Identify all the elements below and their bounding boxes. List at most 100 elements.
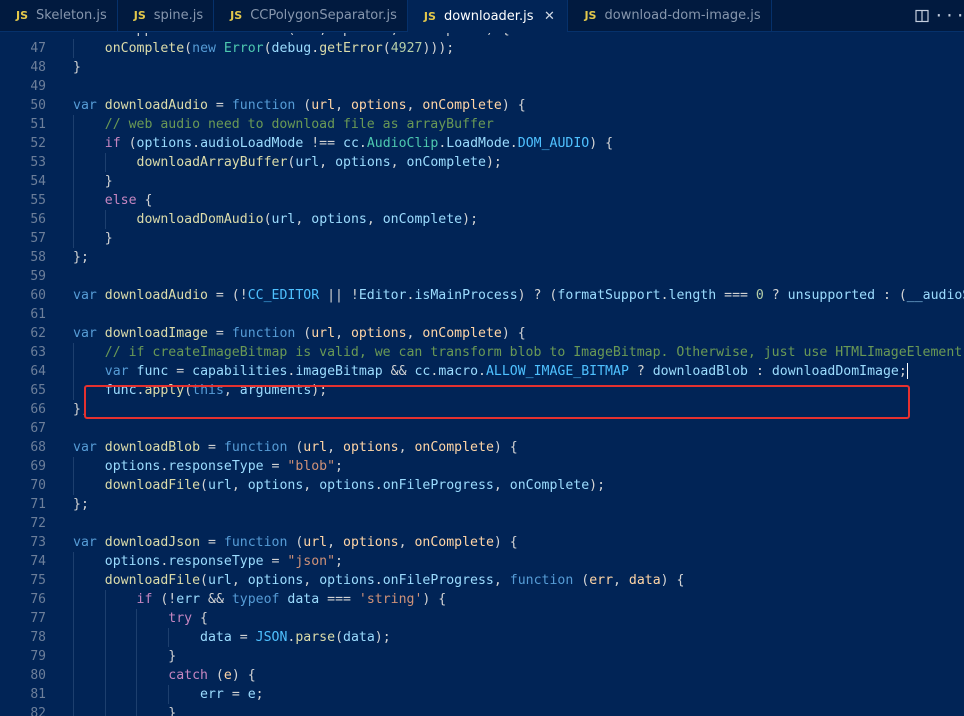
code-token: : ( bbox=[875, 288, 907, 303]
code-line[interactable]: 54 } bbox=[0, 172, 964, 191]
line-number: 63 bbox=[30, 345, 46, 360]
code-line[interactable]: 77 try { bbox=[0, 609, 964, 628]
code-token: ) { bbox=[589, 136, 614, 151]
code-text: }; bbox=[73, 248, 89, 267]
code-token: options bbox=[311, 212, 367, 227]
code-line[interactable]: 69 options.responseType = "blob"; bbox=[0, 457, 964, 476]
code-token: = bbox=[168, 364, 193, 379]
code-token: } bbox=[73, 649, 177, 664]
tab-downloader-js[interactable]: JS downloader.js ✕ bbox=[407, 0, 569, 32]
code-token: ; bbox=[898, 364, 907, 379]
code-line[interactable]: 53 downloadArrayBuffer(url, options, onC… bbox=[0, 153, 964, 172]
code-token: LoadMode bbox=[446, 136, 510, 151]
line-number: 77 bbox=[30, 611, 46, 626]
code-line[interactable]: 74 options.responseType = "json"; bbox=[0, 552, 964, 571]
code-token: , bbox=[231, 478, 248, 493]
tab-skeleton-js[interactable]: JS Skeleton.js bbox=[0, 0, 118, 31]
js-file-icon: JS bbox=[133, 9, 146, 22]
code-line[interactable]: 62 var downloadImage = function (url, opt… bbox=[0, 324, 964, 343]
code-text: downloadArrayBuffer(url, options, onComp… bbox=[73, 153, 502, 172]
line-number: 80 bbox=[30, 668, 46, 683]
close-icon[interactable]: ✕ bbox=[541, 9, 557, 24]
code-text: } bbox=[73, 647, 176, 666]
code-token: downloadDomAudio bbox=[136, 212, 264, 227]
code-line[interactable]: 63 // if createImageBitmap is valid, we … bbox=[0, 343, 964, 362]
code-token: } bbox=[73, 231, 113, 246]
code-token: responseType bbox=[168, 554, 264, 569]
code-token: err bbox=[589, 573, 614, 588]
code-token: ))); bbox=[422, 41, 455, 56]
js-file-icon: JS bbox=[423, 9, 436, 23]
code-line[interactable]: 76 if (!err && typeof data === 'string')… bbox=[0, 590, 964, 609]
code-line[interactable]: 65 func.apply(this, arguments); bbox=[0, 381, 964, 400]
code-line[interactable]: 66}; bbox=[0, 400, 964, 419]
editor-window: JS Skeleton.js JS spine.js JS CCPolygonSepara… bbox=[0, 0, 964, 716]
code-line[interactable]: 57 } bbox=[0, 229, 964, 248]
code-token: . bbox=[311, 41, 320, 56]
code-line[interactable]: 50 var downloadAudio = function (url, opt… bbox=[0, 96, 964, 115]
code-line[interactable]: 67 bbox=[0, 419, 964, 438]
code-line[interactable]: 79 } bbox=[0, 647, 964, 666]
code-token: downloadArrayBuffer bbox=[136, 155, 288, 170]
code-token: cc bbox=[343, 136, 359, 151]
code-token: && bbox=[382, 364, 415, 379]
code-line[interactable]: 52 if (options.audioLoadMode !== cc.Audi… bbox=[0, 134, 964, 153]
code-token: CC_EDITOR bbox=[247, 288, 320, 303]
code-token: if bbox=[104, 136, 129, 151]
code-line[interactable]: 59 bbox=[0, 267, 964, 286]
code-text: var downloadBlob = function (url, option… bbox=[73, 438, 518, 457]
code-line[interactable]: 64 var func = capabilities. imageBitmap &… bbox=[0, 362, 964, 381]
code-line[interactable]: 72 bbox=[0, 514, 964, 533]
more-actions-icon[interactable]: ··· bbox=[934, 0, 964, 31]
code-line[interactable]: 81 err = e; bbox=[0, 685, 964, 704]
tab-download-dom-image-js[interactable]: JS download-dom-image.js bbox=[568, 0, 772, 31]
code-token: ) { bbox=[422, 592, 447, 607]
code-token: ); bbox=[311, 383, 328, 398]
code-token: { bbox=[200, 611, 208, 626]
tab-spine-js[interactable]: JS spine.js bbox=[117, 0, 215, 31]
code-line[interactable]: 71}; bbox=[0, 495, 964, 514]
code-token: downloadImage bbox=[104, 326, 208, 341]
code-token: try bbox=[168, 611, 201, 626]
code-line[interactable]: 47 onComplete(new Error(debug.getError(4… bbox=[0, 39, 964, 58]
code-line[interactable]: 70 downloadFile(url, options, options.on… bbox=[0, 476, 964, 495]
code-token: data bbox=[287, 592, 320, 607]
code-token: function bbox=[223, 535, 296, 550]
code-line[interactable]: 55 else { bbox=[0, 191, 964, 210]
code-token: options bbox=[104, 554, 161, 569]
code-line[interactable]: 58}; bbox=[0, 248, 964, 267]
code-line[interactable]: 61 bbox=[0, 305, 964, 324]
code-token: ( bbox=[382, 41, 391, 56]
code-line[interactable]: 75 downloadFile(url, options, options.on… bbox=[0, 571, 964, 590]
code-token: . bbox=[478, 364, 486, 379]
tab-ccpolygonseparator-js[interactable]: JS CCPolygonSeparator.js bbox=[214, 0, 408, 31]
code-token: ; bbox=[255, 687, 264, 702]
code-line[interactable]: 48} bbox=[0, 58, 964, 77]
code-line[interactable]: 49 bbox=[0, 77, 964, 96]
code-line[interactable]: 56 downloadDomAudio(url, options, onComp… bbox=[0, 210, 964, 229]
code-line[interactable]: 68 var downloadBlob = function (url, opti… bbox=[0, 438, 964, 457]
code-line[interactable]: 60 var downloadAudio = (!CC_EDITOR || !Ed… bbox=[0, 286, 964, 305]
code-editor[interactable]: 46var unsupported = function (url, optio… bbox=[0, 33, 964, 716]
code-line[interactable]: 78 data = JSON.parse(data); bbox=[0, 628, 964, 647]
code-token: , bbox=[295, 212, 312, 227]
code-token: , bbox=[327, 440, 344, 455]
code-line[interactable]: 82 } bbox=[0, 704, 964, 716]
code-token: downloadAudio bbox=[104, 288, 208, 303]
code-line[interactable]: 51 // web audio need to download file as… bbox=[0, 115, 964, 134]
code-token: = bbox=[200, 440, 224, 455]
code-text: // if createImageBitmap is valid, we can… bbox=[73, 343, 964, 362]
code-line[interactable]: 73 var downloadJson = function (url, opti… bbox=[0, 533, 964, 552]
line-number: 50 bbox=[30, 98, 46, 113]
code-line[interactable]: 80 catch (e) { bbox=[0, 666, 964, 685]
code-token: downloadBlob bbox=[104, 440, 201, 455]
code-token: options bbox=[343, 440, 399, 455]
split-editor-icon[interactable] bbox=[908, 0, 936, 31]
code-text: func.apply(this, arguments); bbox=[73, 381, 327, 400]
